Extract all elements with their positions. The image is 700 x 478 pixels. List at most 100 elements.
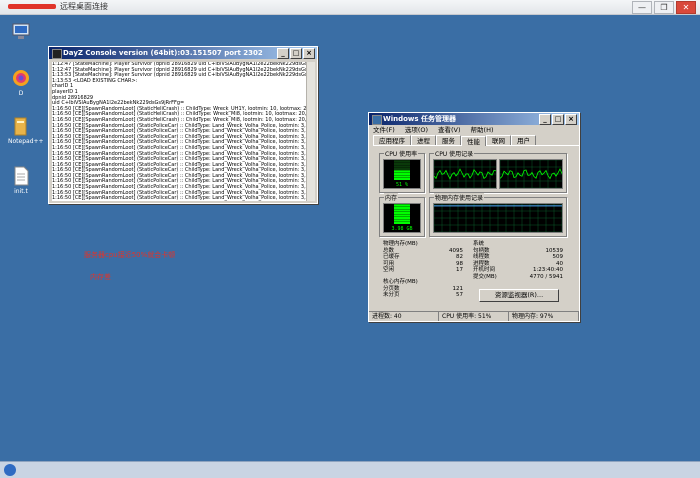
physical-memory-stats: 物理内存(MB) 总数 4095 已缓存 82 可用 98 空闲 17 bbox=[383, 241, 463, 274]
cpu-usage-meter: 51 % bbox=[383, 159, 421, 189]
memory-history-trace bbox=[434, 204, 562, 232]
console-log[interactable]: 1:12:47 [StateMachine]: Player Survivor … bbox=[52, 62, 310, 201]
memory-history-box: 物理内存使用记录 bbox=[429, 193, 567, 237]
stat-row: 可用 98 bbox=[383, 260, 463, 267]
remote-desktop-title: 远程桌面连接 bbox=[60, 2, 108, 11]
meter-segment bbox=[394, 219, 410, 222]
console-minimize-button[interactable]: _ bbox=[277, 48, 289, 59]
menu-view[interactable]: 查看(V) bbox=[438, 125, 461, 135]
stat-row: 开机时间 1:23:40:40 bbox=[473, 267, 563, 274]
status-cpu: CPU 使用率: 51% bbox=[439, 312, 509, 321]
taskmgr-window-controls: _ □ × bbox=[539, 114, 577, 125]
menu-options[interactable]: 选项(O) bbox=[405, 125, 428, 135]
cpu-history-box: CPU 使用记录 bbox=[429, 149, 567, 193]
media-player-icon bbox=[12, 68, 30, 88]
cpu-history-graph-2 bbox=[499, 159, 563, 189]
menu-help[interactable]: 帮助(H) bbox=[471, 125, 494, 135]
console-maximize-button[interactable]: □ bbox=[290, 48, 302, 59]
meter-segment bbox=[394, 177, 410, 180]
memory-usage-bar: 3.98 GB bbox=[391, 204, 413, 232]
taskmgr-statusbar: 进程数: 40 CPU 使用率: 51% 物理内存: 97% bbox=[369, 311, 579, 321]
taskmgr-tabs: 应用程序 进程 服务 性能 联网 用户 bbox=[373, 135, 579, 146]
computer-icon bbox=[12, 22, 30, 42]
menu-file[interactable]: 文件(F) bbox=[373, 125, 395, 135]
tab-applications[interactable]: 应用程序 bbox=[373, 135, 411, 145]
taskmgr-titlebar[interactable]: Windows 任务管理器 _ □ × bbox=[369, 113, 579, 125]
desktop-icon-folder[interactable]: Notepad++ bbox=[8, 116, 44, 145]
stat-row: 线程数 509 bbox=[473, 254, 563, 261]
tab-performance[interactable]: 性能 bbox=[461, 136, 486, 146]
remote-desktop-titlebar[interactable]: 远程桌面连接 — ❐ ✕ bbox=[0, 0, 700, 15]
taskmgr-title: Windows 任务管理器 bbox=[383, 115, 456, 123]
stat-row: 未分页 57 bbox=[383, 292, 463, 299]
system-stats: 系统 句柄数 10539 线程数 509 进程数 40 开机时间 1:23:40:40 … bbox=[473, 241, 563, 281]
meter-value: 3.98 GB bbox=[391, 226, 412, 232]
tab-networking[interactable]: 联网 bbox=[486, 135, 511, 145]
tab-services[interactable]: 服务 bbox=[436, 135, 461, 145]
desktop-icon-computer[interactable] bbox=[8, 22, 34, 44]
status-memory: 物理内存: 97% bbox=[509, 312, 579, 321]
console-close-button[interactable]: × bbox=[303, 48, 315, 59]
close-button[interactable]: ✕ bbox=[676, 1, 696, 14]
taskmgr-maximize-button[interactable]: □ bbox=[552, 114, 564, 125]
minimize-button[interactable]: — bbox=[632, 1, 652, 14]
meter-segment bbox=[394, 165, 410, 168]
status-processes: 进程数: 40 bbox=[369, 312, 439, 321]
taskmgr-window-icon bbox=[372, 115, 382, 125]
meter-segment bbox=[394, 204, 410, 207]
desktop-icon-media[interactable]: D bbox=[8, 68, 34, 97]
meter-segment bbox=[394, 214, 410, 217]
meter-segment bbox=[394, 216, 410, 219]
memory-meter: 3.98 GB bbox=[383, 203, 421, 233]
kernel-memory-stats: 核心内存(MB) 分页数 121 未分页 57 bbox=[383, 279, 463, 299]
meter-segment bbox=[394, 162, 410, 165]
meter-segment bbox=[394, 206, 410, 209]
console-window-controls: _ □ × bbox=[277, 48, 315, 59]
meter-segment bbox=[394, 211, 410, 214]
cpu-history-trace bbox=[500, 160, 562, 188]
text-file-icon bbox=[12, 166, 30, 186]
restore-button[interactable]: ❐ bbox=[654, 1, 674, 14]
tab-processes[interactable]: 进程 bbox=[411, 135, 436, 145]
desktop-icon-label: Notepad++ bbox=[8, 138, 44, 145]
resource-monitor-button[interactable]: 资源监视器(R)... bbox=[479, 289, 559, 302]
stat-row: 已缓存 82 bbox=[383, 254, 463, 261]
redacted-host-bar bbox=[8, 4, 56, 9]
console-window-icon bbox=[52, 49, 62, 59]
taskmgr-close-button[interactable]: × bbox=[565, 114, 577, 125]
physical-memory-heading: 物理内存(MB) bbox=[383, 241, 418, 247]
system-heading: 系统 bbox=[473, 241, 485, 247]
annotation-note: 服务器cpu接近50%就会卡顿 bbox=[84, 251, 176, 259]
desktop-icon-label: init.t bbox=[14, 188, 28, 195]
cpu-usage-label: CPU 使用率 bbox=[384, 149, 419, 158]
memory-label: 内存 bbox=[384, 193, 399, 202]
cpu-usage-bar: 51 % bbox=[394, 160, 410, 188]
console-scrollbar[interactable] bbox=[306, 62, 315, 201]
meter-value: 51 % bbox=[396, 182, 408, 188]
desktop-icon-textfile[interactable]: init.t bbox=[8, 166, 34, 195]
taskmgr-menubar: 文件(F) 选项(O) 查看(V) 帮助(H) bbox=[369, 125, 579, 135]
cpu-history-graph-1 bbox=[433, 159, 497, 189]
stat-row: 空闲 17 bbox=[383, 267, 463, 274]
kernel-memory-heading: 核心内存(MB) bbox=[383, 279, 418, 285]
meter-segment bbox=[394, 175, 410, 178]
console-titlebar[interactable]: DayZ Console version (64bit):03.151507 p… bbox=[49, 47, 317, 59]
meter-segment bbox=[394, 167, 410, 170]
dayz-console-window[interactable]: DayZ Console version (64bit):03.151507 p… bbox=[48, 46, 318, 204]
desktop-icon-label: D bbox=[18, 90, 24, 97]
taskmgr-minimize-button[interactable]: _ bbox=[539, 114, 551, 125]
taskbar bbox=[0, 461, 700, 478]
task-manager-window[interactable]: Windows 任务管理器 _ □ × 文件(F) 选项(O) 查看(V) 帮助… bbox=[368, 112, 580, 322]
stat-row: 提交(MB) 4770 / 5941 bbox=[473, 273, 563, 280]
console-title: DayZ Console version (64bit):03.151507 p… bbox=[63, 49, 263, 57]
folder-icon bbox=[12, 116, 30, 136]
console-line: 1:16:50 [CE][SpawnRandomLoot] (StaticPol… bbox=[52, 195, 310, 201]
memory-box: 内存 3.98 GB bbox=[379, 193, 425, 237]
remote-window-controls: — ❐ ✕ bbox=[632, 1, 696, 14]
memory-history-graph bbox=[433, 203, 563, 233]
start-button[interactable] bbox=[4, 464, 16, 476]
meter-segment bbox=[394, 170, 410, 173]
tab-users[interactable]: 用户 bbox=[511, 135, 536, 145]
cpu-history-trace bbox=[434, 160, 496, 188]
meter-segment bbox=[394, 221, 410, 224]
